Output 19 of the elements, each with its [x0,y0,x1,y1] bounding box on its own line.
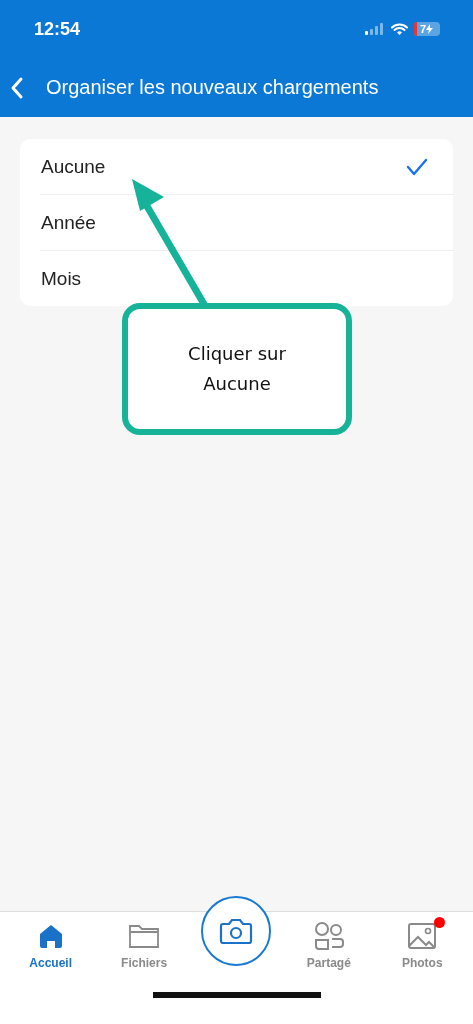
callout-text: Cliquer sur Aucune [187,342,287,396]
option-row[interactable]: Aucune [20,139,453,194]
signal-icon [365,23,385,35]
back-button[interactable] [10,75,24,100]
option-label: Mois [41,267,82,290]
tab[interactable]: Photos [386,912,459,970]
status-time: 12:54 [34,18,81,40]
battery-icon: 7 [414,22,440,36]
option-label: Aucune [41,155,106,178]
tab[interactable]: Fichiers [108,912,181,970]
tab[interactable]: Accueil [14,912,87,970]
wifi-icon [391,23,408,35]
image-icon [407,922,438,950]
tab[interactable]: Partagé [292,912,365,970]
camera-icon [219,917,254,945]
option-label: Année [41,211,96,234]
people-icon [312,921,345,951]
folder-icon [128,923,161,949]
screen-title: Organiser les nouveaux chargements [46,76,379,99]
